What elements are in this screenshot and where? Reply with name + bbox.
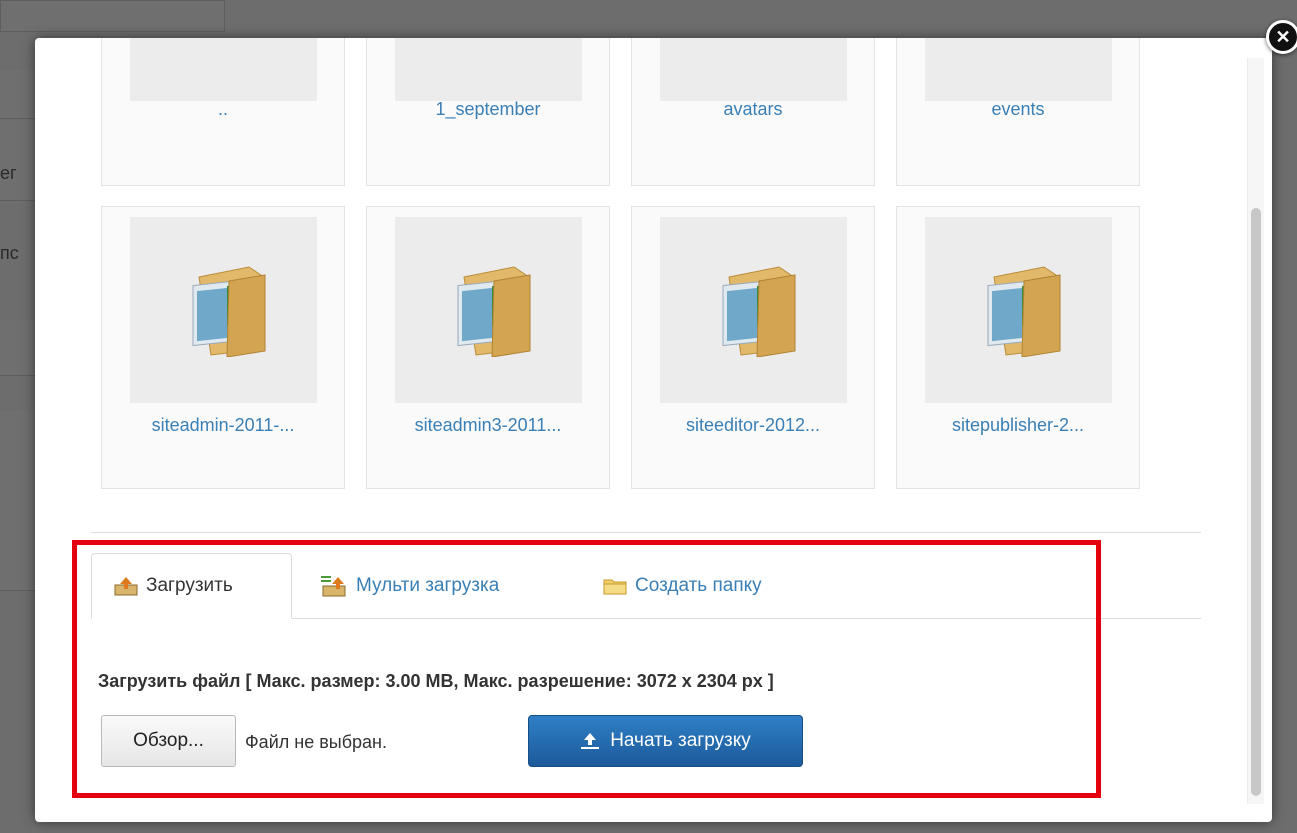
folder-tile[interactable]: siteeditor-2012... xyxy=(631,206,875,489)
folder-tile[interactable]: sitepublisher-2... xyxy=(896,206,1140,489)
vertical-scrollbar[interactable] xyxy=(1247,58,1264,804)
folder-icon xyxy=(192,266,265,357)
folder-icon xyxy=(722,266,795,357)
folder-label: avatars xyxy=(723,99,783,119)
folder-thumbnail xyxy=(660,38,847,101)
folder-thumbnail xyxy=(925,217,1112,403)
folder-icon xyxy=(457,266,530,357)
background-row xyxy=(0,320,40,376)
folder-label: .. xyxy=(217,99,228,119)
folder-tile[interactable]: avatars xyxy=(631,38,875,186)
folder-tile[interactable]: events xyxy=(896,38,1140,186)
folder-tile[interactable]: .. xyxy=(101,38,345,186)
folder-tile[interactable]: siteadmin3-2011... xyxy=(366,206,610,489)
folder-thumbnail xyxy=(395,38,582,101)
folder-label: events xyxy=(991,99,1045,119)
background-row xyxy=(0,120,40,201)
folder-tile[interactable]: siteadmin-2011-... xyxy=(101,206,345,489)
background-row xyxy=(0,70,40,119)
folder-label: siteadmin3-2011... xyxy=(414,415,562,435)
folder-thumbnail xyxy=(130,38,317,101)
background-label: пс xyxy=(0,243,19,263)
background-toolbar xyxy=(0,0,225,32)
background-row xyxy=(0,410,40,561)
background-row xyxy=(0,560,40,591)
highlight-box xyxy=(72,540,1101,798)
folder-label: siteeditor-2012... xyxy=(685,415,821,435)
section-divider xyxy=(91,532,1201,533)
folder-thumbnail xyxy=(395,217,582,403)
scrollbar-thumb[interactable] xyxy=(1251,208,1261,796)
folder-label: 1_september xyxy=(435,99,541,119)
folder-thumbnail xyxy=(925,38,1112,101)
folder-label: siteadmin-2011-... xyxy=(151,415,295,435)
folder-label: sitepublisher-2... xyxy=(951,415,1085,435)
folder-thumbnail xyxy=(130,217,317,403)
folder-thumbnail xyxy=(660,217,847,403)
close-icon[interactable]: ✕ xyxy=(1266,20,1297,54)
background-label: ег xyxy=(0,163,17,183)
folder-tile[interactable]: 1_september xyxy=(366,38,610,186)
folder-icon xyxy=(987,266,1060,357)
